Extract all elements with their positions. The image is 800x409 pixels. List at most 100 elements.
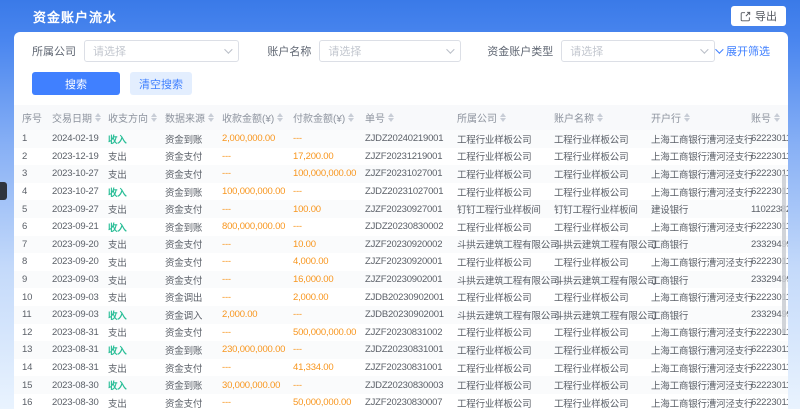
vertical-scrollbar[interactable]	[782, 174, 786, 334]
cell-receipt-amount: 2,000.00	[218, 309, 289, 320]
cell-source: 资金调入	[161, 308, 218, 322]
sort-icon[interactable]	[388, 113, 394, 122]
cell-date: 2023-09-03	[48, 292, 104, 303]
search-button[interactable]: 搜索	[32, 72, 120, 95]
sort-icon[interactable]	[597, 113, 603, 122]
cell-bank: 上海工商银行漕河泾支行	[647, 167, 747, 181]
cell-bank: 上海工商银行漕河泾支行	[647, 290, 747, 304]
table-body: 12024-02-19收入资金到账2,000,000.00---ZJDZ2024…	[14, 130, 788, 409]
cell-account-name: 斗拱云建筑工程有限公司	[550, 273, 647, 287]
cell-date: 2023-09-21	[48, 221, 104, 232]
cell-index: 8	[14, 256, 48, 267]
cell-account-name: 工程行业样板公司	[550, 361, 647, 375]
cell-order-no: ZJZF20230831002	[361, 327, 453, 338]
cell-payment-amount: 2,000.00	[289, 292, 361, 303]
cell-direction: 收入	[104, 308, 161, 322]
drawer-handle[interactable]	[0, 182, 7, 200]
cell-company: 工程行业样板公司	[453, 325, 550, 339]
cell-account-name: 斗拱云建筑工程有限公司	[550, 308, 647, 322]
sort-icon[interactable]	[348, 113, 354, 122]
cell-payment-amount: ---	[289, 309, 361, 320]
column-header-direction[interactable]: 收支方向	[104, 110, 161, 125]
cell-bank: 上海工商银行漕河泾支行	[647, 220, 747, 234]
column-header-order-no[interactable]: 单号	[361, 110, 453, 125]
cell-bank: 工商银行	[647, 237, 747, 251]
sort-icon[interactable]	[774, 113, 780, 122]
cell-payment-amount: ---	[289, 380, 361, 391]
expand-filters-link[interactable]: 展开筛选	[715, 43, 770, 59]
cell-payment-amount: ---	[289, 186, 361, 197]
expand-filters-label: 展开筛选	[726, 43, 770, 59]
cell-date: 2023-09-03	[48, 309, 104, 320]
account-name-select[interactable]: 请选择	[319, 40, 461, 62]
column-header-account-no[interactable]: 账号	[747, 110, 788, 125]
cell-date: 2023-08-30	[48, 397, 104, 408]
cell-company: 工程行业样板公司	[453, 185, 550, 199]
column-header-receipt-amount[interactable]: 收款金额(¥)	[218, 110, 289, 125]
cell-company: 工程行业样板公司	[453, 220, 550, 234]
sort-icon[interactable]	[277, 113, 283, 122]
cell-receipt-amount: ---	[218, 274, 289, 285]
column-header-source[interactable]: 数据来源	[161, 110, 218, 125]
cell-index: 14	[14, 362, 48, 373]
cell-company: 斗拱云建筑工程有限公司	[453, 237, 550, 251]
sort-icon[interactable]	[684, 113, 690, 122]
account-type-select[interactable]: 请选择	[561, 40, 715, 62]
transactions-table: 序号交易日期收支方向数据来源收款金额(¥)付款金额(¥)单号所属公司账户名称开户…	[14, 105, 788, 409]
chevron-down-icon	[700, 45, 708, 53]
cell-bank: 上海工商银行漕河泾支行	[647, 343, 747, 357]
sort-icon[interactable]	[151, 113, 157, 122]
cell-direction: 支出	[104, 237, 161, 251]
cell-company: 钉钉工程行业样板间	[453, 202, 550, 216]
cell-date: 2023-08-31	[48, 344, 104, 355]
column-label: 交易日期	[52, 110, 92, 125]
cell-receipt-amount: ---	[218, 168, 289, 179]
cell-account-name: 工程行业样板公司	[550, 378, 647, 392]
cell-index: 13	[14, 344, 48, 355]
company-select[interactable]: 请选择	[84, 40, 239, 62]
export-button[interactable]: 导出	[731, 6, 786, 26]
column-header-date[interactable]: 交易日期	[48, 110, 104, 125]
clear-search-button[interactable]: 清空搜索	[130, 72, 192, 95]
cell-payment-amount: 100,000,000.00	[289, 168, 361, 179]
cell-order-no: ZJDZ20231027001	[361, 186, 453, 197]
column-header-payment-amount[interactable]: 付款金额(¥)	[289, 110, 361, 125]
cell-source: 资金支付	[161, 255, 218, 269]
cell-index: 11	[14, 309, 48, 320]
cell-source: 资金支付	[161, 237, 218, 251]
cell-account-name: 工程行业样板公司	[550, 325, 647, 339]
column-label: 开户行	[651, 110, 681, 125]
cell-order-no: ZJZF20230902001	[361, 274, 453, 285]
page-title: 资金账户流水	[33, 7, 117, 26]
cell-direction: 支出	[104, 325, 161, 339]
table-row: 42023-10-27收入资金到账100,000,000.00---ZJDZ20…	[14, 183, 788, 201]
table-row: 132023-08-31收入资金到账230,000,000.00---ZJDZ2…	[14, 341, 788, 359]
cell-account-no: 622230111	[747, 362, 788, 373]
table-row: 82023-09-20支出资金支付---4,000.00ZJZF20230920…	[14, 253, 788, 271]
cell-account-name: 工程行业样板公司	[550, 132, 647, 146]
cell-direction: 支出	[104, 167, 161, 181]
sort-icon[interactable]	[95, 113, 101, 122]
chevron-down-icon	[446, 45, 454, 53]
column-label: 付款金额(¥)	[293, 110, 345, 125]
cell-account-name: 工程行业样板公司	[550, 396, 647, 409]
cell-account-name: 工程行业样板公司	[550, 185, 647, 199]
column-label: 账号	[751, 110, 771, 125]
column-header-company[interactable]: 所属公司	[453, 110, 550, 125]
cell-bank: 上海工商银行漕河泾支行	[647, 361, 747, 375]
cell-source: 资金支付	[161, 273, 218, 287]
cell-bank: 上海工商银行漕河泾支行	[647, 149, 747, 163]
cell-index: 7	[14, 239, 48, 250]
cell-date: 2023-09-03	[48, 274, 104, 285]
cell-account-no: 622230111	[747, 344, 788, 355]
cell-index: 5	[14, 204, 48, 215]
column-header-account-name[interactable]: 账户名称	[550, 110, 647, 125]
cell-payment-amount: 4,000.00	[289, 256, 361, 267]
sort-icon[interactable]	[500, 113, 506, 122]
cell-direction: 收入	[104, 185, 161, 199]
cell-bank: 上海工商银行漕河泾支行	[647, 185, 747, 199]
cell-source: 资金到账	[161, 220, 218, 234]
sort-icon[interactable]	[208, 113, 214, 122]
cell-source: 资金到账	[161, 378, 218, 392]
column-header-bank[interactable]: 开户行	[647, 110, 747, 125]
